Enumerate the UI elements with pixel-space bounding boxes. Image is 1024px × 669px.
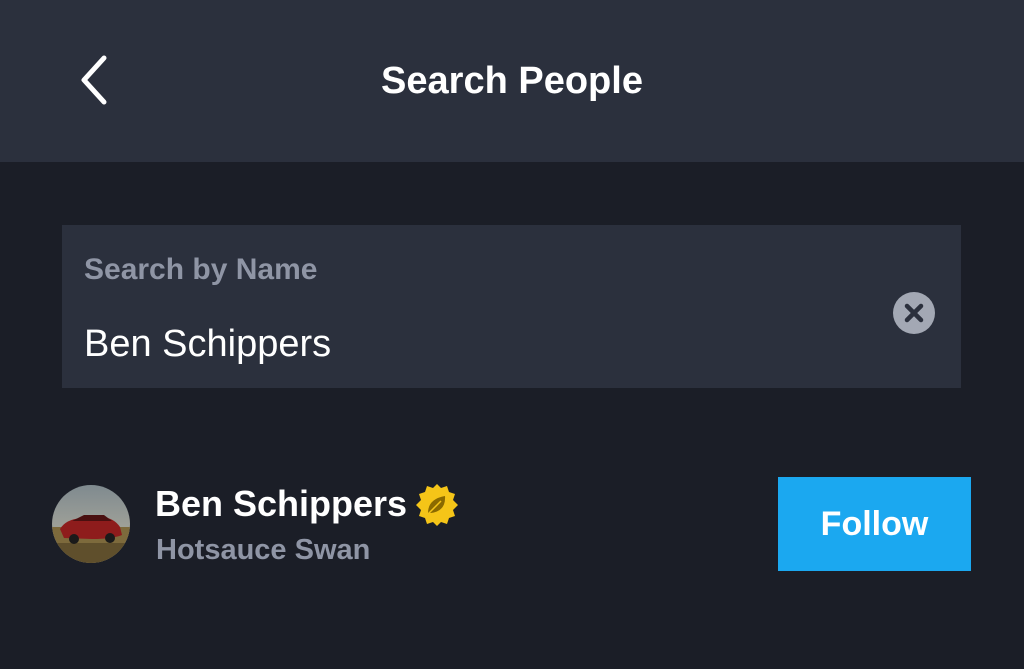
leaf-badge-icon [416,484,458,526]
avatar-photo [52,485,130,563]
search-input[interactable] [84,320,864,368]
user-name[interactable]: Ben Schippers [155,482,407,526]
follow-button[interactable]: Follow [778,477,971,571]
top-bar: Search People [0,0,1024,162]
avatar[interactable] [52,485,130,563]
search-label: Search by Name [84,253,318,286]
user-handle: Hotsauce Swan [156,534,371,566]
search-people-screen: Search People Search by Name Ben Schippe… [0,0,1024,669]
clear-search-button[interactable] [892,291,936,335]
close-circle-icon [893,292,935,334]
list-item[interactable]: Ben Schippers Hotsauce Swan Follow [0,470,1024,580]
search-field[interactable]: Search by Name [62,225,961,388]
page-title: Search People [381,60,643,102]
